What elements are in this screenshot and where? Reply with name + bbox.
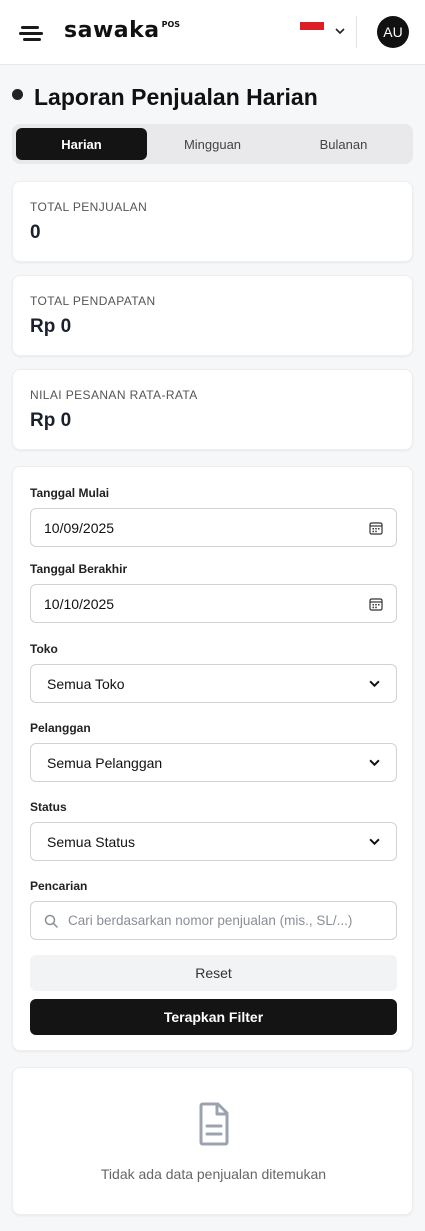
status-select-value: Semua Status <box>47 833 135 850</box>
customer-select-value: Semua Pelanggan <box>47 754 163 771</box>
title-bullet-icon <box>12 89 23 100</box>
search-icon <box>44 914 58 928</box>
chevron-down-icon[interactable] <box>335 26 345 36</box>
stat-card-total-revenue: TOTAL PENDAPATAN Rp 0 <box>12 275 413 356</box>
end-date-value: 10/10/2025 <box>44 595 115 612</box>
chevron-down-icon <box>369 759 380 767</box>
tab-bulanan[interactable]: Bulanan <box>278 128 409 160</box>
store-label: Toko <box>30 642 58 656</box>
end-date-input[interactable]: 10/10/2025 <box>30 584 397 623</box>
customer-label: Pelanggan <box>30 721 91 735</box>
stat-value: 0 <box>30 222 41 243</box>
filter-panel: Tanggal Mulai 10/09/2025 Tanggal Berakhi… <box>12 466 413 1051</box>
document-icon <box>199 1102 229 1146</box>
tab-mingguan[interactable]: Mingguan <box>147 128 278 160</box>
stat-label: NILAI PESANAN RATA-RATA <box>30 388 198 402</box>
app-logo[interactable]: sawaka POS <box>64 18 180 43</box>
empty-state-card: Tidak ada data penjualan ditemukan <box>12 1067 413 1215</box>
status-label: Status <box>30 800 67 814</box>
customer-select[interactable]: Semua Pelanggan <box>30 743 397 782</box>
store-select[interactable]: Semua Toko <box>30 664 397 703</box>
search-placeholder: Cari berdasarkan nomor penjualan (mis., … <box>68 913 353 928</box>
stat-label: TOTAL PENJUALAN <box>30 200 148 214</box>
logo-superscript: POS <box>161 20 181 29</box>
reset-button[interactable]: Reset <box>30 955 397 991</box>
calendar-icon[interactable] <box>369 521 383 535</box>
search-input[interactable]: Cari berdasarkan nomor penjualan (mis., … <box>30 901 397 940</box>
user-avatar[interactable]: AU <box>377 16 409 48</box>
empty-state-message: Tidak ada data penjualan ditemukan <box>100 1166 327 1182</box>
indonesia-flag-icon[interactable] <box>300 22 324 38</box>
tab-harian[interactable]: Harian <box>16 128 147 160</box>
apply-filter-button[interactable]: Terapkan Filter <box>30 999 397 1035</box>
hamburger-menu-icon[interactable] <box>19 24 45 44</box>
end-date-label: Tanggal Berakhir <box>30 562 128 576</box>
stat-value: Rp 0 <box>30 316 72 337</box>
stat-label: TOTAL PENDAPATAN <box>30 294 156 308</box>
period-tabs: Harian Mingguan Bulanan <box>12 124 413 164</box>
start-date-label: Tanggal Mulai <box>30 486 110 500</box>
calendar-icon[interactable] <box>369 597 383 611</box>
status-select[interactable]: Semua Status <box>30 822 397 861</box>
search-label: Pencarian <box>30 879 88 893</box>
stat-value: Rp 0 <box>30 410 72 431</box>
logo-text: sawaka <box>64 18 160 43</box>
chevron-down-icon <box>369 838 380 846</box>
page-title: Laporan Penjualan Harian <box>34 84 318 110</box>
chevron-down-icon <box>369 680 380 688</box>
stat-card-total-sales: TOTAL PENJUALAN 0 <box>12 181 413 262</box>
store-select-value: Semua Toko <box>47 675 125 692</box>
start-date-value: 10/09/2025 <box>44 519 115 536</box>
start-date-input[interactable]: 10/09/2025 <box>30 508 397 547</box>
page-title-row: Laporan Penjualan Harian <box>12 84 318 111</box>
header-divider <box>356 16 357 48</box>
stat-card-average-order: NILAI PESANAN RATA-RATA Rp 0 <box>12 369 413 450</box>
top-bar: sawaka POS AU <box>0 0 425 65</box>
